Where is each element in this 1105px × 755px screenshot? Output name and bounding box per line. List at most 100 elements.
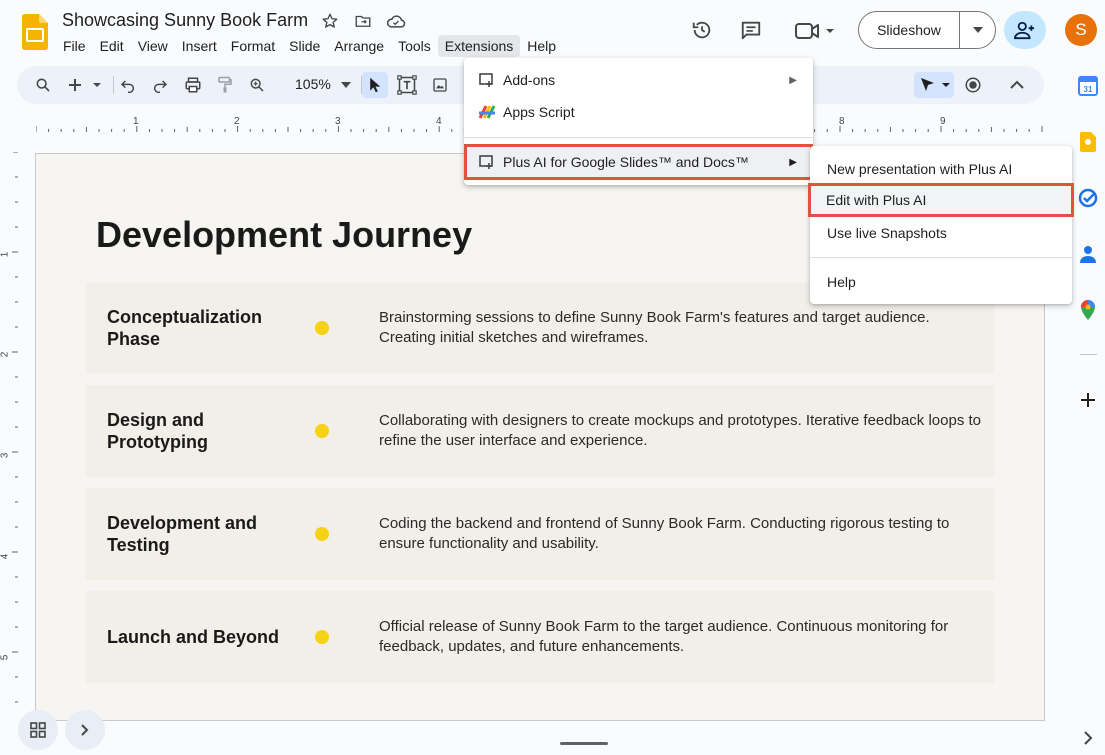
svg-text:31: 31 bbox=[1084, 85, 1093, 94]
slides-logo-icon[interactable] bbox=[22, 14, 48, 50]
addon-icon bbox=[478, 71, 496, 89]
ruler-mark: 4 bbox=[436, 116, 442, 127]
side-panel: 31 bbox=[1070, 62, 1105, 755]
grid-view-button[interactable] bbox=[18, 710, 58, 750]
redo-icon[interactable] bbox=[147, 72, 173, 98]
menu-extensions[interactable]: Extensions bbox=[437, 35, 521, 57]
account-avatar[interactable]: S bbox=[1065, 14, 1097, 46]
menu-divider bbox=[464, 137, 813, 138]
zoom-icon[interactable] bbox=[244, 72, 270, 98]
slideshow-options-button[interactable] bbox=[960, 12, 995, 48]
submenu-item-help[interactable]: Help bbox=[810, 266, 1072, 298]
menu-insert[interactable]: Insert bbox=[175, 35, 224, 57]
submenu-item-edit-with-plus-ai[interactable]: Edit with Plus AI bbox=[808, 183, 1074, 217]
extensions-menu: Add-ons ▶ Apps Script Plus AI for Google… bbox=[464, 58, 813, 185]
phase-description: Brainstorming sessions to define Sunny B… bbox=[379, 309, 930, 346]
move-folder-icon[interactable] bbox=[354, 12, 372, 30]
phase-description: Collaborating with designers to create m… bbox=[379, 412, 982, 449]
ruler-mark: 4 bbox=[0, 553, 11, 560]
add-person-icon bbox=[1014, 20, 1036, 40]
maps-icon[interactable] bbox=[1078, 300, 1098, 320]
plus-ai-submenu: New presentation with Plus AI Edit with … bbox=[808, 146, 1074, 304]
submenu-arrow-icon: ▶ bbox=[789, 74, 797, 86]
meet-video-icon[interactable] bbox=[795, 21, 835, 41]
show-filmstrip-button[interactable] bbox=[65, 710, 105, 750]
submenu-arrow-icon: ▶ bbox=[789, 156, 797, 168]
collapse-toolbar-icon[interactable] bbox=[1004, 72, 1030, 98]
phase-dot bbox=[315, 321, 329, 335]
toolbar-divider bbox=[113, 76, 114, 94]
menu-slide[interactable]: Slide bbox=[282, 35, 327, 57]
cloud-saved-icon[interactable] bbox=[386, 12, 406, 30]
ruler-mark: 3 bbox=[335, 116, 341, 127]
insert-image-icon[interactable] bbox=[427, 72, 453, 98]
expand-panel-icon[interactable] bbox=[1078, 728, 1098, 748]
menu-format[interactable]: Format bbox=[224, 35, 282, 57]
menu-tools[interactable]: Tools bbox=[391, 35, 438, 57]
document-title[interactable]: Showcasing Sunny Book Farm bbox=[62, 10, 308, 31]
slideshow-button-group: Slideshow bbox=[858, 11, 996, 49]
menu-item-label: Apps Script bbox=[503, 104, 575, 120]
phase-name: Conceptualization Phase bbox=[107, 307, 263, 349]
pointer-mode-button[interactable] bbox=[914, 72, 954, 98]
addon-icon bbox=[478, 153, 496, 171]
phase-description: Coding the backend and frontend of Sunny… bbox=[379, 515, 950, 552]
menu-item-plus-ai[interactable]: Plus AI for Google Slides™ and Docs™ ▶ bbox=[464, 144, 813, 180]
version-history-icon[interactable] bbox=[691, 19, 713, 41]
submenu-item-live-snapshots[interactable]: Use live Snapshots bbox=[810, 217, 1072, 249]
new-slide-button[interactable] bbox=[65, 72, 105, 98]
submenu-item-new-presentation[interactable]: New presentation with Plus AI bbox=[810, 153, 1072, 185]
print-icon[interactable] bbox=[180, 72, 206, 98]
menu-item-add-ons[interactable]: Add-ons ▶ bbox=[464, 64, 813, 96]
chevron-right-icon bbox=[81, 724, 89, 736]
apps-script-icon bbox=[478, 103, 496, 121]
phase-name: Launch and Beyond bbox=[107, 627, 280, 647]
ruler-mark: 1 bbox=[133, 116, 139, 127]
menu-help[interactable]: Help bbox=[520, 35, 563, 57]
menu-view[interactable]: View bbox=[131, 35, 175, 57]
keep-icon[interactable] bbox=[1078, 132, 1098, 152]
share-button[interactable] bbox=[1004, 11, 1046, 49]
grid-icon bbox=[30, 722, 46, 738]
record-icon[interactable] bbox=[960, 72, 986, 98]
phase-name: Design and Prototyping bbox=[107, 410, 208, 452]
calendar-icon[interactable]: 31 bbox=[1078, 76, 1098, 96]
menu-bar: File Edit View Insert Format Slide Arran… bbox=[56, 35, 563, 57]
phase-dot bbox=[315, 527, 329, 541]
ruler-mark: 3 bbox=[0, 452, 11, 459]
slide-title[interactable]: Development Journey bbox=[96, 214, 472, 256]
menu-file[interactable]: File bbox=[56, 35, 93, 57]
phase-dot bbox=[315, 630, 329, 644]
ruler-ticks bbox=[12, 152, 18, 703]
ruler-mark: 9 bbox=[940, 116, 946, 127]
menu-item-apps-script[interactable]: Apps Script bbox=[464, 96, 813, 128]
phase-card[interactable]: Development and Testing Coding the backe… bbox=[86, 488, 994, 580]
vertical-ruler[interactable]: 1 2 3 4 5 bbox=[0, 152, 20, 712]
tasks-icon[interactable] bbox=[1078, 188, 1098, 208]
zoom-dropdown-icon[interactable] bbox=[333, 72, 359, 98]
menu-item-label: Add-ons bbox=[503, 72, 556, 88]
menu-arrange[interactable]: Arrange bbox=[327, 35, 391, 57]
phase-card[interactable]: Design and Prototyping Collaborating wit… bbox=[86, 385, 994, 477]
search-menus-icon[interactable] bbox=[30, 72, 56, 98]
ruler-mark: 5 bbox=[0, 654, 11, 661]
star-icon[interactable] bbox=[321, 12, 339, 30]
ruler-mark: 1 bbox=[0, 251, 11, 258]
slideshow-button[interactable]: Slideshow bbox=[859, 12, 960, 48]
paint-format-icon[interactable] bbox=[212, 72, 238, 98]
menu-edit[interactable]: Edit bbox=[93, 35, 131, 57]
text-box-icon[interactable] bbox=[394, 72, 420, 98]
speaker-notes-drag-handle[interactable] bbox=[560, 742, 608, 745]
undo-icon[interactable] bbox=[115, 72, 141, 98]
app-header: Showcasing Sunny Book Farm File Edit Vie… bbox=[0, 0, 1105, 62]
zoom-level[interactable]: 105% bbox=[295, 76, 331, 92]
menu-divider bbox=[810, 257, 1072, 258]
menu-item-label: Plus AI for Google Slides™ and Docs™ bbox=[503, 154, 749, 170]
phase-card[interactable]: Launch and Beyond Official release of Su… bbox=[86, 591, 994, 683]
phase-name: Development and Testing bbox=[107, 513, 258, 555]
select-tool-icon[interactable] bbox=[362, 72, 388, 98]
ruler-mark: 2 bbox=[234, 116, 240, 127]
add-ons-plus-icon[interactable] bbox=[1078, 390, 1098, 410]
contacts-icon[interactable] bbox=[1078, 244, 1098, 264]
comments-icon[interactable] bbox=[740, 19, 762, 41]
